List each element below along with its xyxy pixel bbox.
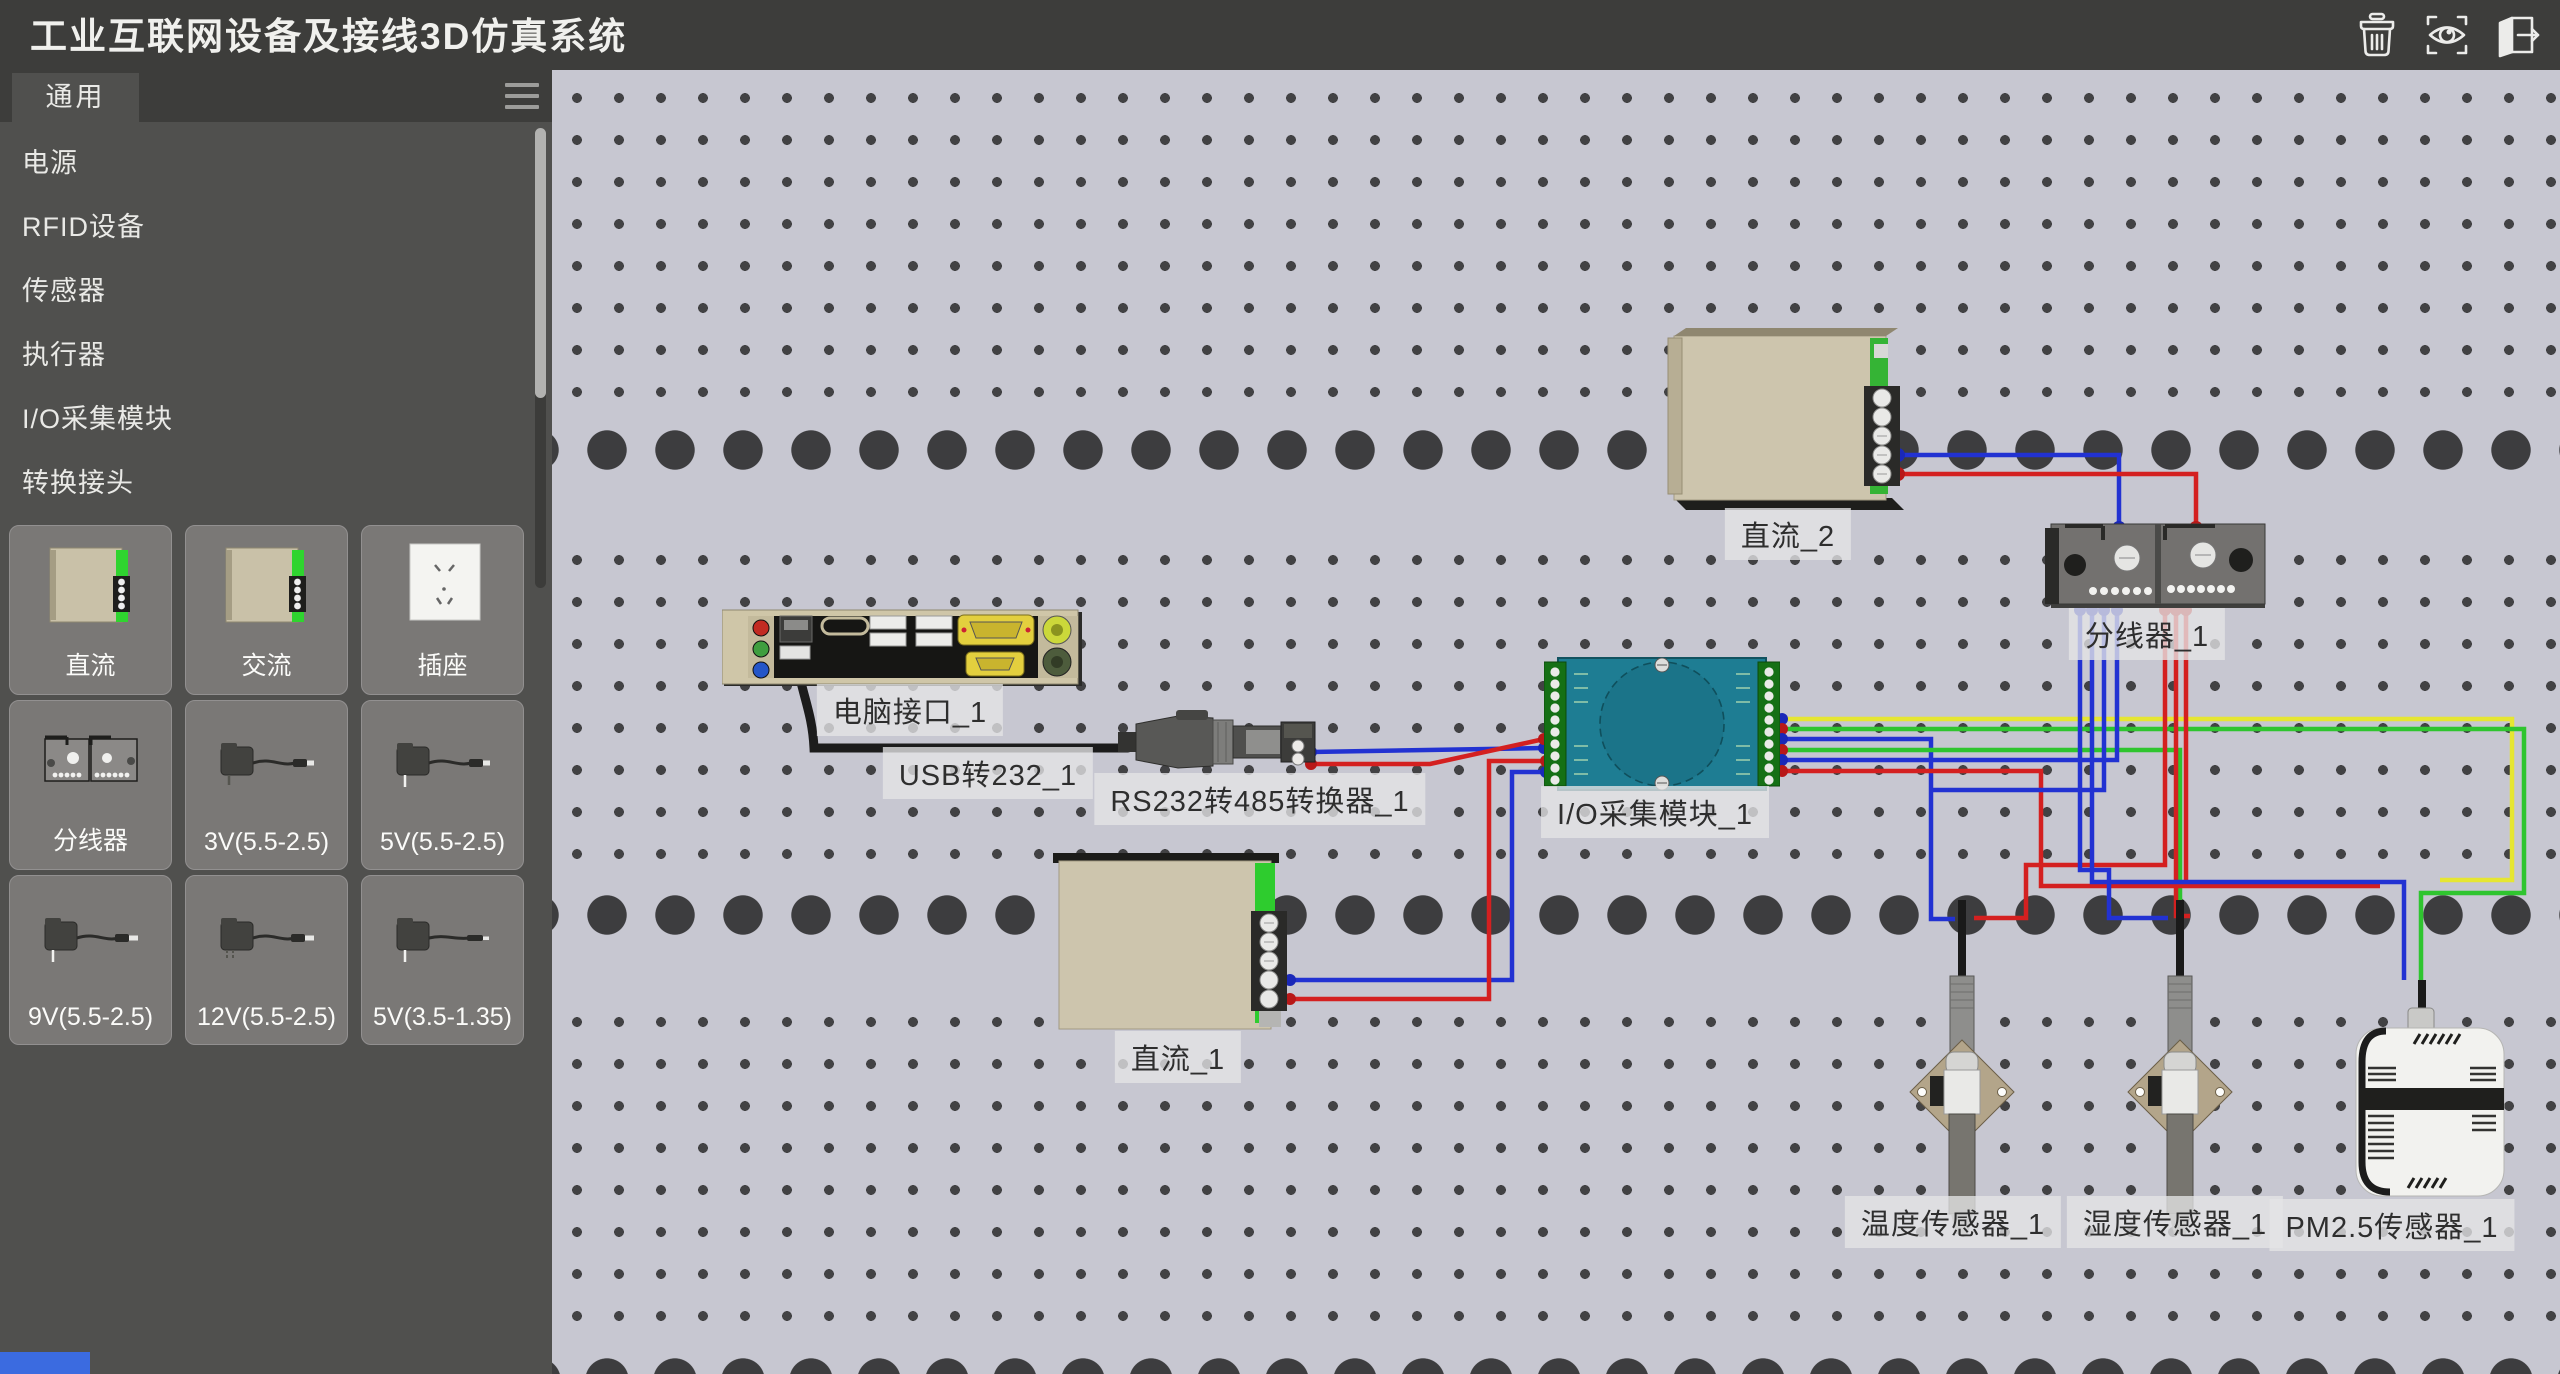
tile-adapter-5v[interactable]: 5V(5.5-2.5) (361, 700, 524, 870)
view-focus-eye-icon[interactable] (2418, 7, 2476, 63)
dc-power-thumbnail (10, 526, 171, 646)
wire-green (1782, 750, 2180, 915)
tile-label: 分线器 (53, 821, 128, 857)
adapter-thumbnail (362, 876, 523, 1003)
device-io-module[interactable] (1544, 654, 1780, 799)
sidebar-item-adapter[interactable]: 转换接头 (0, 451, 520, 515)
device-label-usb232: USB转232_1 (883, 747, 1093, 799)
device-pm25-sensor[interactable] (2350, 980, 2510, 1210)
device-label-humidity-sensor: 湿度传感器_1 (2067, 1196, 2283, 1248)
wire-blue (1782, 739, 1955, 919)
sidebar-item-actuator[interactable]: 执行器 (0, 323, 520, 387)
splitter-thumbnail (10, 701, 171, 821)
device-dc-power-1[interactable] (1053, 853, 1293, 1043)
tile-label: 直流 (65, 646, 115, 682)
device-dc-power-2[interactable] (1666, 328, 1906, 518)
tile-label: 12V(5.5-2.5) (197, 1003, 336, 1032)
sidebar-scrollbar[interactable] (535, 128, 546, 588)
tile-label: 5V(5.5-2.5) (380, 828, 505, 857)
tile-splitter[interactable]: 分线器 (9, 700, 172, 870)
component-sidebar: 通用 电源 RFID设备 传感器 执行器 I/O采集模块 转换接头 (0, 70, 552, 1374)
sidebar-scrollbar-thumb[interactable] (535, 128, 546, 398)
tile-label: 交流 (241, 646, 291, 682)
bottom-left-blue-strip (0, 1352, 90, 1374)
tile-ac-power[interactable]: 交流 (185, 525, 348, 695)
socket-thumbnail (362, 526, 523, 646)
app-header: 工业互联网设备及接线3D仿真系统 (0, 0, 2560, 70)
device-splitter[interactable] (2045, 518, 2277, 617)
tile-label: 9V(5.5-2.5) (28, 1003, 153, 1032)
sidebar-item-power[interactable]: 电源 (0, 131, 520, 195)
header-toolbar (2348, 7, 2546, 63)
menu-hamburger-icon[interactable] (505, 83, 539, 110)
adapter-thumbnail (10, 876, 171, 1003)
device-usb232-converter[interactable] (1118, 710, 1318, 779)
tile-dc-power[interactable]: 直流 (9, 525, 172, 695)
tile-adapter-3v[interactable]: 3V(5.5-2.5) (185, 700, 348, 870)
device-temperature-sensor[interactable] (1902, 900, 2022, 1245)
ac-power-thumbnail (186, 526, 347, 646)
device-label-splitter: 分线器_1 (2069, 608, 2225, 660)
wiring-canvas-3d[interactable]: 电脑接口_1 USB转232_1 RS232转485转换器_1 I/O采集模块_… (552, 70, 2560, 1374)
sidebar-item-sensor[interactable]: 传感器 (0, 259, 520, 323)
app-title: 工业互联网设备及接线3D仿真系统 (30, 0, 627, 74)
device-label-pm25-sensor: PM2.5传感器_1 (2269, 1199, 2514, 1251)
device-label-rs232-485: RS232转485转换器_1 (1094, 773, 1425, 825)
category-menu: 电源 RFID设备 传感器 执行器 I/O采集模块 转换接头 (0, 131, 520, 515)
tile-socket[interactable]: 插座 (361, 525, 524, 695)
tile-label: 5V(3.5-1.35) (373, 1003, 512, 1032)
adapter-thumbnail (186, 701, 347, 828)
tile-adapter-9v[interactable]: 9V(5.5-2.5) (9, 875, 172, 1045)
device-label-dc-2: 直流_2 (1725, 508, 1851, 560)
sidebar-item-rfid[interactable]: RFID设备 (0, 195, 520, 259)
device-pc-interface[interactable] (722, 608, 1086, 693)
device-label-pc-interface: 电脑接口_1 (817, 684, 1003, 736)
adapter-thumbnail (362, 701, 523, 828)
device-humidity-sensor[interactable] (2120, 900, 2240, 1245)
tile-label: 插座 (417, 646, 467, 682)
delete-trash-icon[interactable] (2348, 7, 2406, 63)
sidebar-item-io-module[interactable]: I/O采集模块 (0, 387, 520, 451)
device-label-temp-sensor: 温度传感器_1 (1845, 1196, 2061, 1248)
device-label-dc-1: 直流_1 (1115, 1031, 1241, 1083)
exit-logout-icon[interactable] (2488, 7, 2546, 63)
tab-general[interactable]: 通用 (12, 73, 139, 122)
component-tile-grid: 直流 交流 (9, 525, 545, 1045)
sidebar-tab-row: 通用 (0, 70, 552, 122)
tile-adapter-12v[interactable]: 12V(5.5-2.5) (185, 875, 348, 1045)
device-label-io-module: I/O采集模块_1 (1541, 786, 1769, 838)
adapter-thumbnail (186, 876, 347, 1003)
tile-label: 3V(5.5-2.5) (204, 828, 329, 857)
wire-yellow (1782, 719, 2512, 880)
tile-adapter-5v-small[interactable]: 5V(3.5-1.35) (361, 875, 524, 1045)
